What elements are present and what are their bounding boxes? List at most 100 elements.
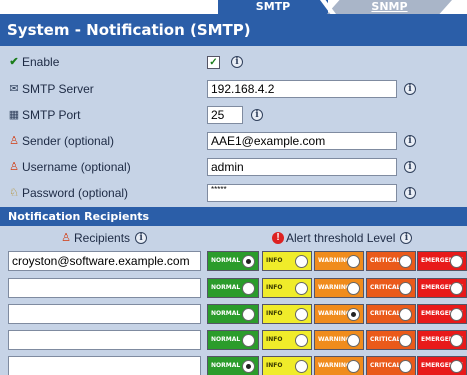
notification-recipients-header: Notification Recipients xyxy=(0,207,467,226)
level-radio[interactable] xyxy=(242,334,255,347)
level-label: CRITICAL xyxy=(370,310,401,317)
level-option-warning[interactable]: WARNING xyxy=(314,251,364,271)
smtp-server-input[interactable]: 192.168.4.2 xyxy=(207,80,397,98)
recipient-email-input[interactable] xyxy=(8,330,201,350)
level-radio[interactable] xyxy=(450,334,463,347)
recipient-email-input[interactable] xyxy=(8,304,201,324)
alert-icon: ! xyxy=(272,232,284,244)
level-option-critical[interactable]: CRITICAL xyxy=(366,330,416,350)
user-icon: ♙ xyxy=(9,161,19,173)
level-radio[interactable] xyxy=(295,360,308,373)
level-label: INFO xyxy=(266,362,283,369)
level-label: CRITICAL xyxy=(370,336,401,343)
level-label: WARNING xyxy=(318,336,351,343)
level-label: CRITICAL xyxy=(370,284,401,291)
level-option-emergency[interactable]: EMERGENCY xyxy=(417,330,467,350)
sender-input[interactable]: AAE1@example.com xyxy=(207,132,397,150)
tab-snmp[interactable]: SNMP xyxy=(327,0,452,14)
level-option-critical[interactable]: CRITICAL xyxy=(366,278,416,298)
level-option-emergency[interactable]: EMERGENCY xyxy=(417,304,467,324)
level-radio[interactable] xyxy=(450,308,463,321)
level-radio[interactable] xyxy=(450,255,463,268)
smtp-port-label: SMTP Port xyxy=(22,108,81,122)
username-input[interactable]: admin xyxy=(207,158,397,176)
level-radio[interactable] xyxy=(242,282,255,295)
level-radio[interactable] xyxy=(399,334,412,347)
level-radio[interactable] xyxy=(347,308,360,321)
level-option-critical[interactable]: CRITICAL xyxy=(366,356,416,375)
level-radio[interactable] xyxy=(347,255,360,268)
grid-icon: ▦ xyxy=(8,109,20,121)
tab-bar: SMTP SNMP xyxy=(0,0,467,14)
user-icon: ♙ xyxy=(61,232,71,244)
level-radio[interactable] xyxy=(399,360,412,373)
level-label: CRITICAL xyxy=(370,362,401,369)
level-label: NORMAL xyxy=(211,257,241,264)
recipient-row: NORMAL INFO WARNING CRITICAL EMERGENCY xyxy=(0,329,467,351)
level-option-normal[interactable]: NORMAL xyxy=(207,278,259,298)
level-option-info[interactable]: INFO xyxy=(262,251,312,271)
level-radio[interactable] xyxy=(347,334,360,347)
level-option-warning[interactable]: WARNING xyxy=(314,278,364,298)
level-option-critical[interactable]: CRITICAL xyxy=(366,304,416,324)
level-option-normal[interactable]: NORMAL xyxy=(207,356,259,375)
level-label: INFO xyxy=(266,284,283,291)
enable-row: ✔ Enable ✓ i xyxy=(0,49,467,75)
info-icon[interactable]: i xyxy=(231,56,243,68)
recipient-row: croyston@software.example.com NORMAL INFO W… xyxy=(0,250,467,272)
username-row: ♙ Username (optional) admin i xyxy=(0,154,467,180)
level-radio[interactable] xyxy=(450,360,463,373)
recipient-row: NORMAL INFO WARNING CRITICAL EMERGENCY xyxy=(0,277,467,299)
level-radio[interactable] xyxy=(347,282,360,295)
enable-checkbox[interactable]: ✓ xyxy=(207,56,220,69)
level-radio[interactable] xyxy=(347,360,360,373)
level-option-warning[interactable]: WARNING xyxy=(314,304,364,324)
recipient-row: NORMAL INFO WARNING CRITICAL EMERGENCY xyxy=(0,303,467,325)
password-input[interactable]: ***** xyxy=(207,184,397,202)
recipients-column-header: ♙ Recipients i xyxy=(60,229,148,247)
level-radio[interactable] xyxy=(242,360,255,373)
recipient-email-input[interactable] xyxy=(8,356,201,375)
info-icon[interactable]: i xyxy=(404,83,416,95)
level-radio[interactable] xyxy=(450,282,463,295)
level-option-info[interactable]: INFO xyxy=(262,356,312,375)
level-option-info[interactable]: INFO xyxy=(262,330,312,350)
level-option-warning[interactable]: WARNING xyxy=(314,330,364,350)
level-radio[interactable] xyxy=(295,282,308,295)
level-radio[interactable] xyxy=(399,282,412,295)
level-radio[interactable] xyxy=(295,308,308,321)
level-radio[interactable] xyxy=(295,255,308,268)
level-option-info[interactable]: INFO xyxy=(262,304,312,324)
level-option-normal[interactable]: NORMAL xyxy=(207,304,259,324)
level-radio[interactable] xyxy=(295,334,308,347)
info-icon[interactable]: i xyxy=(404,161,416,173)
sender-label: Sender (optional) xyxy=(22,134,115,148)
info-icon[interactable]: i xyxy=(404,187,416,199)
level-radio[interactable] xyxy=(242,255,255,268)
level-option-normal[interactable]: NORMAL xyxy=(207,251,259,271)
level-option-emergency[interactable]: EMERGENCY xyxy=(417,356,467,375)
level-radio[interactable] xyxy=(399,308,412,321)
envelope-icon: ✉ xyxy=(9,83,19,95)
level-label: INFO xyxy=(266,310,283,317)
level-radio[interactable] xyxy=(399,255,412,268)
user-icon: ♙ xyxy=(9,135,19,147)
level-label: WARNING xyxy=(318,284,351,291)
level-option-normal[interactable]: NORMAL xyxy=(207,330,259,350)
smtp-port-row: ▦ SMTP Port 25 i xyxy=(0,102,467,128)
info-icon[interactable]: i xyxy=(251,109,263,121)
level-radio[interactable] xyxy=(242,308,255,321)
level-label: NORMAL xyxy=(211,310,241,317)
level-option-warning[interactable]: WARNING xyxy=(314,356,364,375)
level-option-info[interactable]: INFO xyxy=(262,278,312,298)
tab-smtp[interactable]: SMTP xyxy=(218,0,328,14)
level-option-critical[interactable]: CRITICAL xyxy=(366,251,416,271)
smtp-port-input[interactable]: 25 xyxy=(207,106,243,124)
level-option-emergency[interactable]: EMERGENCY xyxy=(417,278,467,298)
info-icon[interactable]: i xyxy=(400,232,413,244)
level-option-emergency[interactable]: EMERGENCY xyxy=(417,251,467,271)
recipient-email-input[interactable] xyxy=(8,278,201,298)
info-icon[interactable]: i xyxy=(135,232,148,244)
info-icon[interactable]: i xyxy=(404,135,416,147)
recipient-email-input[interactable]: croyston@software.example.com xyxy=(8,251,201,271)
